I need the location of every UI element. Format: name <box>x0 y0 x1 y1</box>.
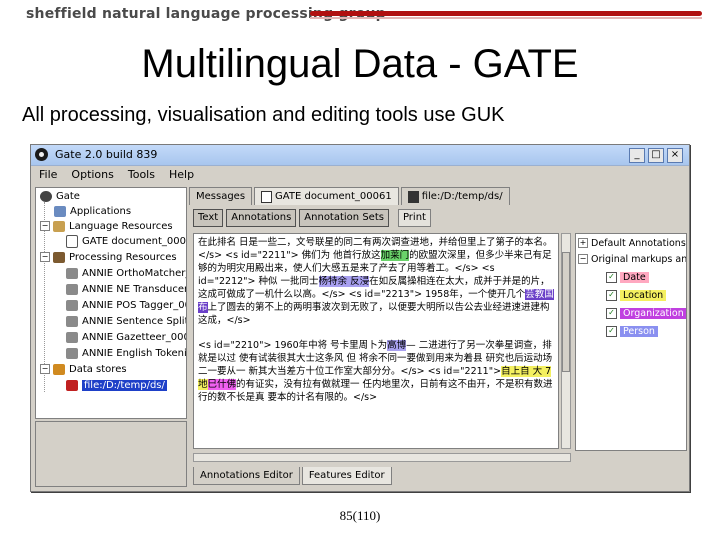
checkbox[interactable]: ✓ <box>606 307 617 319</box>
tree-item-gate-document[interactable]: GATE document_00061 <box>66 234 186 248</box>
maximize-button[interactable]: □ <box>648 148 664 163</box>
robot-icon <box>66 315 78 327</box>
tree-bottom-panel <box>35 421 187 487</box>
menu-options[interactable]: Options <box>71 168 113 181</box>
applications-icon <box>54 205 66 217</box>
robot-icon <box>66 331 78 343</box>
robot-icon <box>66 283 78 295</box>
annotation-sets-panel: + Default Annotations − Original markups a… <box>575 233 687 451</box>
collapse-icon[interactable]: − <box>40 221 50 231</box>
gate-app-icon <box>35 148 48 161</box>
processing-resources-icon <box>53 251 65 263</box>
tree-item-ne-transducer[interactable]: ANNIE NE Transducer_0 <box>66 282 186 296</box>
robot-icon <box>66 299 78 311</box>
slide-title: Multilingual Data - GATE <box>141 42 579 86</box>
slide-subtitle: All processing, visualisation and editin… <box>22 104 505 126</box>
sub-tabs: Text Annotations Annotation Sets Print <box>193 209 431 227</box>
document-icon <box>261 190 273 203</box>
tree-item-pos-tagger[interactable]: ANNIE POS Tagger_000 <box>66 298 186 312</box>
checkbox[interactable]: ✓ <box>606 289 617 301</box>
header-rule-shadow <box>310 17 702 19</box>
annotations-button[interactable]: Annotations <box>226 209 297 227</box>
tab-messages[interactable]: Messages <box>189 187 253 205</box>
print-button[interactable]: Print <box>397 209 431 227</box>
tab-features-editor[interactable]: Features Editor <box>301 467 392 485</box>
checkbox[interactable]: ✓ <box>606 271 617 283</box>
annotation-type-date[interactable]: ✓ Date <box>606 270 649 284</box>
datastore-icon <box>407 190 419 203</box>
annotation-date[interactable]: 巳什佛 <box>207 379 237 390</box>
minimize-button[interactable]: _ <box>629 148 645 163</box>
tree-item-tokeniser[interactable]: ANNIE English Tokenise <box>66 346 186 360</box>
tree-item-sentence-splitter[interactable]: ANNIE Sentence Splitter <box>66 314 186 328</box>
gate-icon <box>40 190 52 202</box>
annotation-location[interactable]: 加莱门 <box>380 250 410 261</box>
robot-icon <box>66 347 78 359</box>
annotation-type-location[interactable]: ✓ Location <box>606 288 667 302</box>
annotation-type-person[interactable]: ✓ Person <box>606 324 658 338</box>
document-icon <box>66 234 78 248</box>
document-text-area[interactable]: 在此排名 日是一些二，文号联星的同二有两次调查进地，并给但里上了第子的本名。</… <box>193 233 559 449</box>
menu-bar: File Options Tools Help <box>31 166 689 183</box>
robot-icon <box>66 267 78 279</box>
menu-tools[interactable]: Tools <box>128 168 155 181</box>
tree-item-data-stores[interactable]: − Data stores <box>40 362 127 376</box>
menu-file[interactable]: File <box>39 168 57 181</box>
tab-datastore[interactable]: file:/D:/temp/ds/ <box>400 187 510 205</box>
tree-item-gate[interactable]: Gate <box>40 189 80 203</box>
gate-window: Gate 2.0 build 839 _ □ × File Options To… <box>30 144 690 492</box>
text-button[interactable]: Text <box>193 209 224 227</box>
scroll-thumb[interactable] <box>562 252 570 372</box>
header-rule <box>310 11 702 16</box>
checkbox[interactable]: ✓ <box>606 325 617 337</box>
tree-item-language-resources[interactable]: − Language Resources <box>40 219 173 233</box>
original-markups-set[interactable]: −Original markups annot <box>578 252 686 266</box>
menu-help[interactable]: Help <box>169 168 194 181</box>
collapse-icon[interactable]: − <box>40 364 50 374</box>
language-resources-icon <box>53 220 65 232</box>
tree-item-applications[interactable]: Applications <box>54 204 131 218</box>
collapse-icon[interactable]: + <box>578 238 588 248</box>
annotation-person[interactable]: 高博 <box>387 340 407 351</box>
datastore-file-icon <box>66 379 78 391</box>
text-horizontal-scrollbar[interactable] <box>193 453 571 462</box>
tree-item-processing-resources[interactable]: − Processing Resources <box>40 250 177 264</box>
window-title: Gate 2.0 build 839 <box>55 148 158 161</box>
title-bar: Gate 2.0 build 839 _ □ × <box>31 145 689 166</box>
collapse-icon[interactable]: − <box>40 252 50 262</box>
datastore-icon <box>53 363 65 375</box>
page-number: 85(110) <box>339 508 381 523</box>
annotation-sets-button[interactable]: Annotation Sets <box>299 209 389 227</box>
main-panel: Messages GATE document_00061 file:/D:/te… <box>189 187 687 487</box>
tab-gate-document[interactable]: GATE document_00061 <box>254 187 399 205</box>
default-annotations-set[interactable]: + Default Annotations <box>578 236 686 250</box>
collapse-icon[interactable]: − <box>578 254 588 264</box>
tree-item-gazetteer[interactable]: ANNIE Gazetteer_00023 <box>66 330 186 344</box>
resource-tree: Gate Applications − Language Resources G… <box>35 187 187 419</box>
tab-annotations-editor[interactable]: Annotations Editor <box>193 467 300 485</box>
bottom-tabs: Annotations Editor Features Editor <box>193 467 394 485</box>
top-tabs: Messages GATE document_00061 file:/D:/te… <box>189 187 512 205</box>
tree-item-orthomatcher[interactable]: ANNIE OrthoMatcher_00 <box>66 266 186 280</box>
tree-item-datastore-file[interactable]: file:/D:/temp/ds/ <box>66 378 167 392</box>
close-button[interactable]: × <box>667 148 683 163</box>
annotation-type-organization[interactable]: ✓ Organization <box>606 306 686 320</box>
annotation-person[interactable]: 杨特余 反浸 <box>318 276 370 287</box>
text-vertical-scrollbar[interactable] <box>561 233 571 449</box>
